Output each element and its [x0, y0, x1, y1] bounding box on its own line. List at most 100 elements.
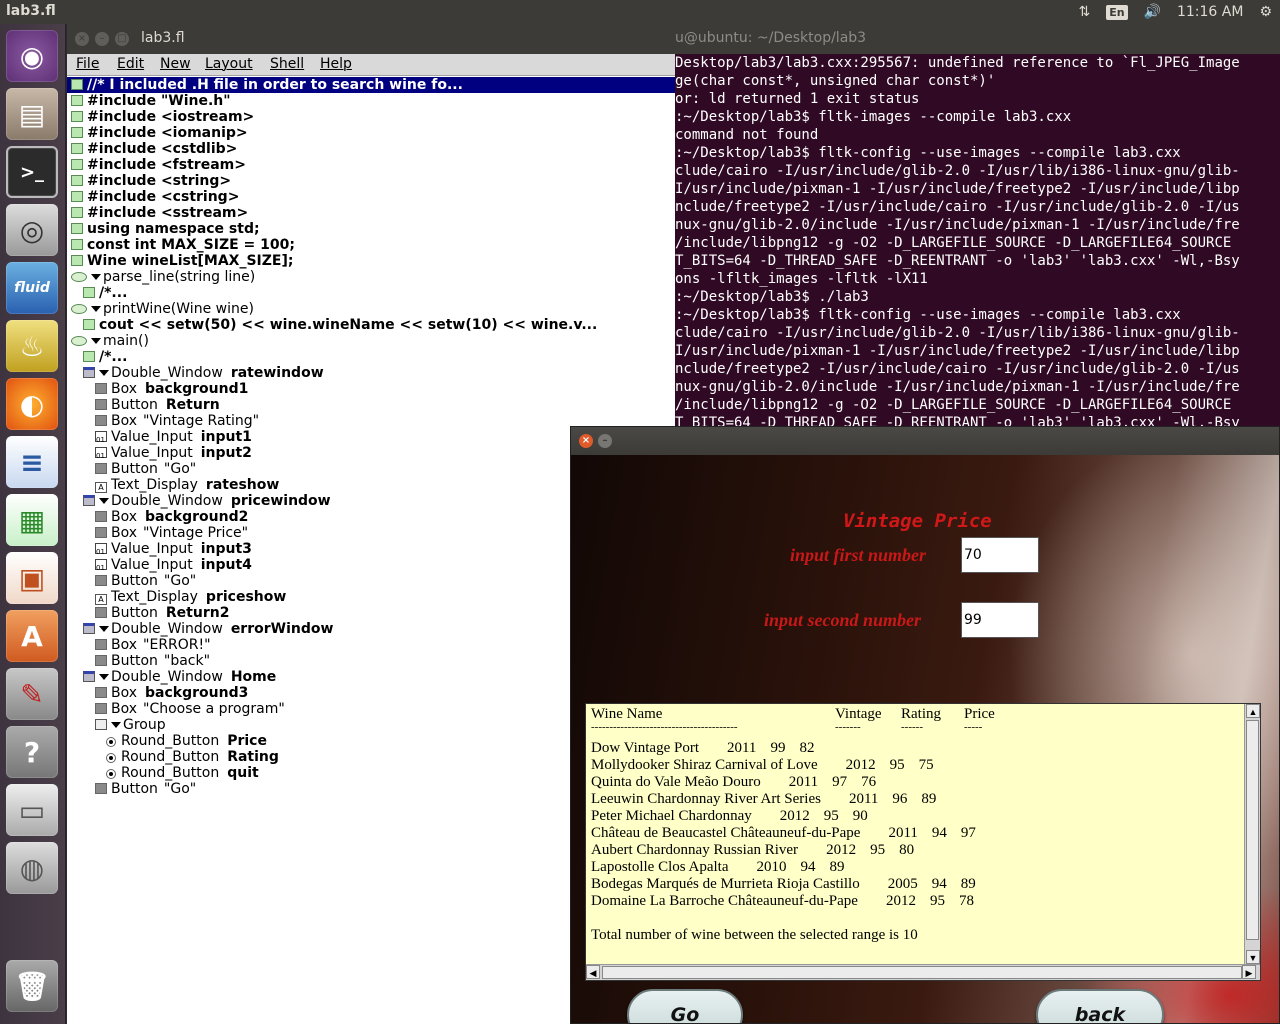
close-icon[interactable]: ×: [75, 32, 89, 46]
minimize-icon[interactable]: –: [598, 434, 612, 448]
expand-triangle-icon[interactable]: [99, 370, 109, 376]
tree-row[interactable]: A Text_Display rateshow: [95, 477, 279, 493]
tree-row[interactable]: Box "Choose a program": [95, 701, 285, 717]
scroll-down-icon[interactable]: ▼: [1246, 950, 1260, 964]
expand-triangle-icon[interactable]: [111, 722, 121, 728]
fluid-icon[interactable]: fluid: [6, 262, 58, 314]
clock[interactable]: 11:16 AM: [1169, 0, 1251, 24]
tree-row[interactable]: #include <iomanip>: [71, 125, 248, 141]
keyboard-layout-indicator[interactable]: En: [1098, 0, 1135, 24]
tree-row[interactable]: using namespace std;: [71, 221, 260, 237]
vertical-scrollbar[interactable]: ▲ ▼: [1244, 704, 1260, 966]
volume-icon[interactable]: 🔊: [1136, 0, 1169, 24]
tree-row[interactable]: Button "Go": [95, 781, 196, 797]
writer-icon[interactable]: ≡: [6, 436, 58, 488]
tree-row[interactable]: Box "ERROR!": [95, 637, 211, 653]
tree-row[interactable]: Button "back": [95, 653, 210, 669]
menu-layout[interactable]: Layout: [205, 56, 253, 72]
tree-row[interactable]: //* I included .H file in order to searc…: [67, 77, 675, 93]
tree-row[interactable]: Round_Button quit: [107, 765, 259, 781]
tree-row[interactable]: Button "Go": [95, 461, 196, 477]
tree-row[interactable]: A Text_Display priceshow: [95, 589, 286, 605]
tree-row[interactable]: main(): [71, 333, 149, 349]
tree-row[interactable]: /*...: [83, 285, 127, 301]
files-icon[interactable]: ▤: [6, 88, 58, 140]
tree-row[interactable]: Group: [95, 717, 166, 733]
firefox-icon[interactable]: ◐: [6, 378, 58, 430]
tree-row[interactable]: Button "Go": [95, 573, 196, 589]
go-button[interactable]: Go: [627, 989, 743, 1023]
tree-row[interactable]: Box "Vintage Price": [95, 525, 248, 541]
tree-row[interactable]: 01 Value_Input input4: [95, 557, 252, 573]
maximize-icon[interactable]: □: [115, 32, 129, 46]
tree-row[interactable]: 01 Value_Input input1: [95, 429, 252, 445]
settings-icon[interactable]: ✎: [6, 668, 58, 720]
tree-row[interactable]: Double_Window errorWindow: [83, 621, 333, 637]
lamp-icon[interactable]: ♨: [6, 320, 58, 372]
scroll-up-icon[interactable]: ▲: [1246, 704, 1260, 718]
impress-icon[interactable]: ▣: [6, 552, 58, 604]
trash-icon[interactable]: 🗑: [6, 960, 58, 1012]
terminal-icon[interactable]: >_: [6, 146, 58, 198]
drive-icon[interactable]: ▭: [6, 784, 58, 836]
tree-row[interactable]: #include <string>: [71, 173, 231, 189]
back-button[interactable]: back: [1036, 989, 1164, 1023]
tree-row[interactable]: cout << setw(50) << wine.wineName << set…: [83, 317, 597, 333]
menu-file[interactable]: File: [76, 56, 99, 72]
expand-triangle-icon[interactable]: [99, 626, 109, 632]
expand-triangle-icon[interactable]: [99, 498, 109, 504]
close-icon[interactable]: ×: [579, 434, 593, 448]
input-first-field[interactable]: 70: [961, 537, 1039, 573]
menu-shell[interactable]: Shell: [270, 56, 304, 72]
horizontal-scroll-thumb[interactable]: [602, 966, 1242, 979]
disk-icon[interactable]: ◍: [6, 842, 58, 894]
help-icon[interactable]: ?: [6, 726, 58, 778]
tree-row[interactable]: Double_Window ratewindow: [83, 365, 324, 381]
tree-row[interactable]: Box background2: [95, 509, 248, 525]
tree-row[interactable]: Double_Window pricewindow: [83, 493, 331, 509]
tree-row[interactable]: Box background3: [95, 685, 248, 701]
menu-help[interactable]: Help: [320, 56, 352, 72]
gear-icon[interactable]: ⚙: [1251, 0, 1280, 24]
expand-triangle-icon[interactable]: [99, 674, 109, 680]
tree-row[interactable]: Wine wineList[MAX_SIZE];: [71, 253, 293, 269]
tree-row[interactable]: Button Return2: [95, 605, 229, 621]
tree-row[interactable]: #include <cstdlib>: [71, 141, 237, 157]
tree-row-label: Wine wineList[MAX_SIZE];: [87, 253, 294, 269]
tree-row[interactable]: /*...: [83, 349, 127, 365]
calc-icon[interactable]: ▦: [6, 494, 58, 546]
tree-row[interactable]: Round_Button Price: [107, 733, 267, 749]
tree-row[interactable]: printWine(Wine wine): [71, 301, 254, 317]
price-text-display[interactable]: Wine Name Vintage Rating Price -------------…: [585, 703, 1261, 981]
tree-row[interactable]: Round_Button Rating: [107, 749, 279, 765]
tree-row[interactable]: Box background1: [95, 381, 248, 397]
ubuntu-dash-icon[interactable]: ◉: [6, 30, 58, 82]
network-icon[interactable]: ⇅: [1070, 0, 1098, 24]
tree-row[interactable]: #include <cstring>: [71, 189, 239, 205]
tree-row[interactable]: #include <fstream>: [71, 157, 246, 173]
camera-icon[interactable]: ◎: [6, 204, 58, 256]
scroll-left-icon[interactable]: ◀: [586, 965, 600, 979]
minimize-icon[interactable]: –: [95, 32, 109, 46]
tree-row[interactable]: #include <iostream>: [71, 109, 254, 125]
menu-edit[interactable]: Edit: [117, 56, 144, 72]
expand-triangle-icon[interactable]: [91, 338, 101, 344]
horizontal-scrollbar[interactable]: ◀ ▶: [586, 964, 1260, 980]
expand-triangle-icon[interactable]: [91, 274, 101, 280]
tree-row[interactable]: const int MAX_SIZE = 100;: [71, 237, 295, 253]
software-center-icon[interactable]: A: [6, 610, 58, 662]
tree-row[interactable]: parse_line(string line): [71, 269, 255, 285]
tree-row[interactable]: Button Return: [95, 397, 220, 413]
radio-icon: [107, 738, 115, 746]
tree-row[interactable]: #include "Wine.h": [71, 93, 231, 109]
expand-triangle-icon[interactable]: [91, 306, 101, 312]
tree-row[interactable]: #include <sstream>: [71, 205, 248, 221]
tree-row[interactable]: Box "Vintage Rating": [95, 413, 259, 429]
tree-row[interactable]: 01 Value_Input input3: [95, 541, 252, 557]
scroll-right-icon[interactable]: ▶: [1242, 965, 1256, 979]
vertical-scroll-thumb[interactable]: [1246, 720, 1259, 940]
tree-row[interactable]: Double_Window Home: [83, 669, 276, 685]
tree-row[interactable]: 01 Value_Input input2: [95, 445, 252, 461]
menu-new[interactable]: New: [160, 56, 191, 72]
input-second-field[interactable]: 99: [961, 602, 1039, 638]
